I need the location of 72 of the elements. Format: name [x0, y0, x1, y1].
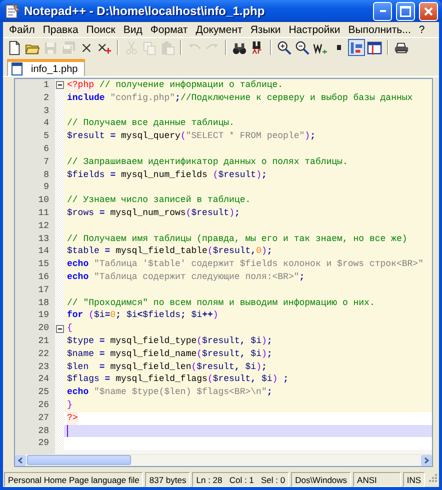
floppy-disks-icon	[61, 40, 76, 56]
line-number: 22	[37, 348, 50, 361]
line-number: 20	[37, 322, 50, 335]
line-number: 8	[42, 168, 50, 182]
menu-item[interactable]: Правка	[38, 24, 82, 36]
language-label: Personal Home Page language file	[4, 472, 144, 487]
scissors-icon	[124, 40, 139, 56]
line-number: 3	[42, 104, 50, 118]
line-number: 25	[37, 386, 50, 399]
line-number: 29	[37, 437, 50, 450]
line-number: 14	[37, 245, 50, 258]
line-number: 19	[37, 309, 50, 322]
line-number: 21	[37, 334, 50, 348]
encoding-label: ANSI	[353, 472, 401, 487]
line-number: 23	[37, 360, 50, 374]
line-number: 24	[37, 373, 50, 386]
line-number: 18	[37, 296, 50, 310]
line-number: 17	[37, 284, 50, 297]
line-ending-label: Dos\Windows	[291, 472, 352, 487]
zoom-out-button[interactable]	[294, 39, 311, 56]
window-title: Notepad++ - D:\home\localhost\info_1.php	[24, 4, 266, 18]
minimize-icon	[380, 10, 386, 12]
line-number: 5	[42, 130, 50, 143]
menu-item[interactable]: Документ	[192, 24, 246, 36]
line-number: 2	[42, 92, 50, 105]
line-number: 4	[42, 117, 50, 130]
resize-grip-icon[interactable]	[427, 472, 438, 483]
fold-minus-icon[interactable]	[56, 324, 64, 333]
close-button[interactable]	[419, 2, 438, 20]
indent-guide-icon	[349, 40, 364, 56]
line-number: 13	[37, 232, 50, 246]
scroll-thumb[interactable]	[27, 455, 131, 465]
maximize-button[interactable]	[396, 2, 415, 20]
line-number: 16	[37, 270, 50, 284]
menu-item[interactable]: Вид	[119, 24, 146, 36]
file-tab[interactable]: info_1.php	[7, 59, 85, 76]
menu-item[interactable]: Языки	[246, 24, 285, 36]
window-split-button[interactable]	[366, 39, 383, 56]
menu-item[interactable]: Формат	[146, 24, 192, 36]
clipboard-icon	[160, 40, 175, 56]
line-number: 1	[42, 79, 50, 92]
cursor-position-label: Ln : 28 Col : 1 Sel : 0	[192, 472, 290, 487]
menu-item[interactable]: Настройки	[284, 24, 344, 36]
insert-mode-label: INS	[402, 472, 425, 487]
maximize-icon	[400, 6, 411, 16]
copy-icon	[142, 40, 157, 56]
scroll-right-icon[interactable]	[421, 455, 432, 466]
file-size-label: 837 bytes	[145, 472, 190, 487]
close-icon	[424, 6, 433, 16]
menu-item[interactable]: ?	[414, 24, 429, 36]
line-number: 10	[37, 194, 50, 207]
text-cursor	[67, 424, 68, 437]
line-number: 27	[37, 412, 50, 425]
line-number: 9	[42, 181, 50, 194]
line-number: 28	[37, 424, 50, 438]
menu-item[interactable]: Файл	[5, 24, 39, 36]
line-number: 7	[42, 156, 50, 169]
line-number: 11	[37, 206, 50, 220]
text-editor[interactable]	[15, 79, 432, 454]
minimize-button[interactable]	[373, 2, 392, 20]
zoom-in-button[interactable]	[276, 39, 293, 56]
line-number: 26	[37, 398, 50, 412]
line-number: 15	[37, 258, 50, 271]
indent-guide-button[interactable]	[348, 39, 365, 56]
line-number: 6	[42, 142, 50, 156]
menu-item[interactable]: Поиск	[82, 24, 120, 36]
menu-item[interactable]: Выполнить...	[344, 24, 415, 36]
scroll-left-icon[interactable]	[15, 455, 26, 466]
horizontal-scrollbar[interactable]	[15, 454, 432, 466]
fold-minus-icon[interactable]	[56, 81, 64, 90]
line-number: 12	[37, 220, 50, 233]
app-icon	[4, 3, 20, 19]
